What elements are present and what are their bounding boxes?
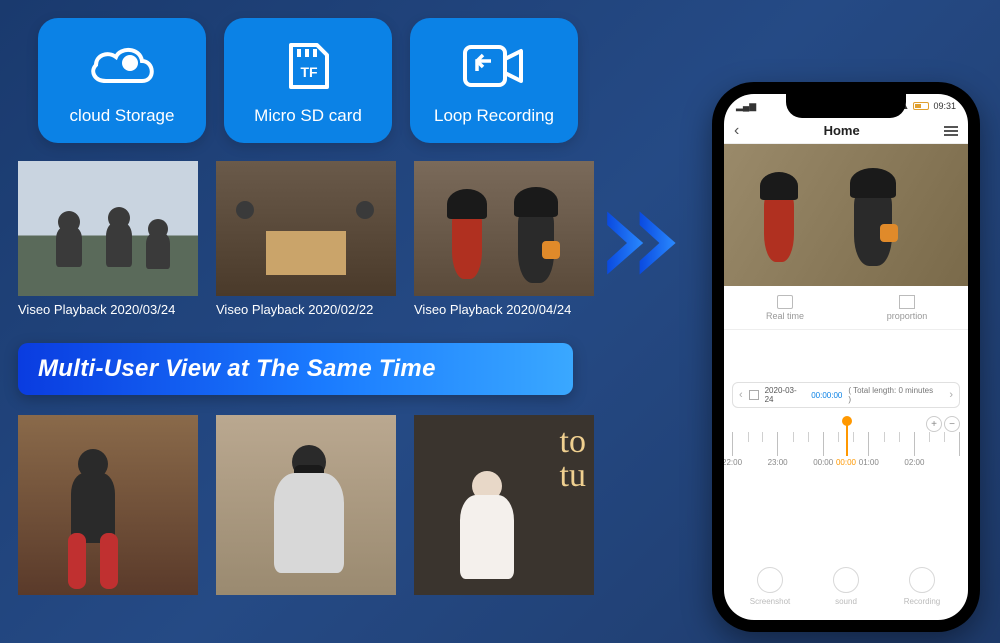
loop-recording-icon — [461, 36, 527, 96]
cloud-icon — [86, 36, 158, 96]
recording-icon — [909, 567, 935, 593]
app-header: ‹ Home — [724, 118, 968, 144]
sound-button[interactable]: sound — [808, 567, 884, 606]
camera-view[interactable] — [724, 144, 968, 286]
user-thumb — [18, 415, 198, 595]
date-value: 2020-03-24 — [765, 386, 806, 404]
arrow-icon — [600, 198, 690, 288]
status-time: 09:31 — [933, 101, 956, 111]
feature-label: cloud Storage — [70, 106, 175, 126]
tick-label: 23:00 — [768, 458, 814, 467]
camera-icon — [757, 567, 783, 593]
button-label: Recording — [904, 597, 940, 606]
feature-loop-recording: Loop Recording — [410, 18, 578, 143]
marker-label: 00:00 — [836, 458, 856, 467]
feature-label: Loop Recording — [434, 106, 554, 126]
tick-label: 01:00 — [859, 458, 905, 467]
playback-caption: Viseo Playback 2020/03/24 — [18, 296, 198, 317]
length-note: ( Total length: 0 minutes ) — [848, 386, 937, 404]
date-next-icon[interactable]: › — [949, 389, 953, 401]
playback-caption: Viseo Playback 2020/04/24 — [414, 296, 594, 317]
view-tabs: Real time proportion — [724, 286, 968, 330]
heading-text: Multi-User View at The Same Time — [38, 355, 436, 383]
sd-card-icon: TF — [281, 36, 335, 96]
zoom-in-icon[interactable]: + — [926, 416, 942, 432]
tick-label: 02:00 — [904, 458, 950, 467]
feature-cloud-storage: cloud Storage — [38, 18, 206, 143]
status-left: ▂▄▆ — [736, 101, 756, 112]
timeline-marker[interactable] — [846, 422, 848, 456]
timeline[interactable]: + − 22:00 23:00 00:00 01:00 02:00 00:00 — [732, 416, 960, 474]
screenshot-button[interactable]: Screenshot — [732, 567, 808, 606]
phone-screen: ▂▄▆ ▲ 09:31 ‹ Home Real time — [724, 94, 968, 620]
recording-button[interactable]: Recording — [884, 567, 960, 606]
tab-proportion[interactable]: proportion — [846, 286, 968, 329]
playback-item: Viseo Playback 2020/04/24 — [414, 161, 594, 317]
date-prev-icon[interactable]: ‹ — [739, 389, 743, 401]
phone-notch — [786, 94, 906, 118]
playback-item: Viseo Playback 2020/03/24 — [18, 161, 198, 317]
back-icon[interactable]: ‹ — [734, 122, 739, 140]
proportion-icon — [899, 295, 915, 309]
button-label: sound — [835, 597, 857, 606]
tab-realtime[interactable]: Real time — [724, 286, 846, 329]
status-right: ▲ 09:31 — [901, 101, 956, 111]
menu-icon[interactable] — [944, 126, 958, 136]
user-thumb: totu — [414, 415, 594, 595]
time-value: 00:00:00 — [811, 391, 842, 400]
tab-label: proportion — [887, 311, 928, 321]
tick-label: 22:00 — [724, 458, 768, 467]
date-row: ‹ 2020-03-24 00:00:00 ( Total length: 0 … — [732, 382, 960, 408]
bottom-buttons: Screenshot sound Recording — [724, 567, 968, 606]
realtime-icon — [777, 295, 793, 309]
playback-item: Viseo Playback 2020/02/22 — [216, 161, 396, 317]
heading-banner: Multi-User View at The Same Time — [18, 343, 573, 395]
app-title: Home — [824, 123, 860, 138]
tab-label: Real time — [766, 311, 804, 321]
playback-thumb — [18, 161, 198, 296]
svg-text:TF: TF — [300, 64, 318, 80]
playback-caption: Viseo Playback 2020/02/22 — [216, 296, 396, 317]
sound-icon — [833, 567, 859, 593]
calendar-icon — [749, 390, 759, 400]
user-thumb — [216, 415, 396, 595]
button-label: Screenshot — [750, 597, 790, 606]
feature-label: Micro SD card — [254, 106, 362, 126]
playback-thumb — [216, 161, 396, 296]
feature-sd-card: TF Micro SD card — [224, 18, 392, 143]
playback-thumb — [414, 161, 594, 296]
zoom-out-icon[interactable]: − — [944, 416, 960, 432]
phone-mockup: ▂▄▆ ▲ 09:31 ‹ Home Real time — [712, 82, 980, 632]
